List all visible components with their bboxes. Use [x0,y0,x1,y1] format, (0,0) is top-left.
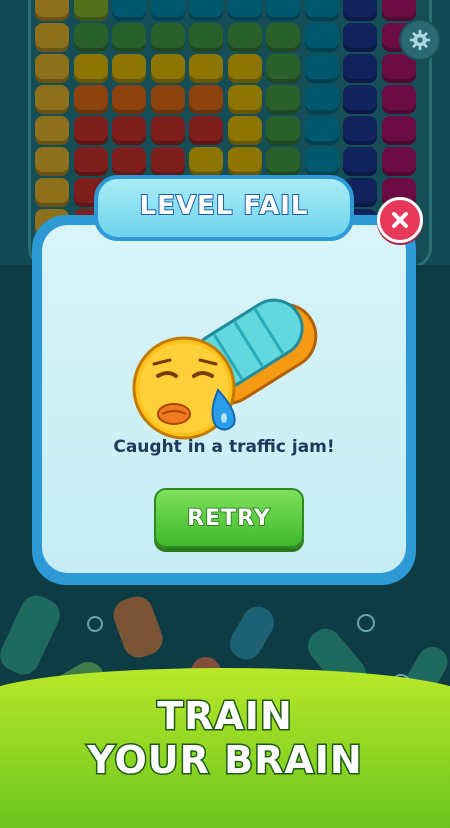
car-segment[interactable] [150,147,185,176]
car-segment[interactable] [35,85,69,114]
car-segment[interactable] [343,85,377,114]
car-segment[interactable] [343,0,377,21]
car-segment[interactable] [304,23,339,52]
car-segment[interactable] [381,147,416,176]
car-segment[interactable] [343,147,377,176]
promo-line-2: YOUR BRAIN [86,737,363,784]
car-segment[interactable] [35,54,69,83]
car-segment[interactable] [35,23,69,52]
car-segment[interactable] [112,54,146,83]
car-segment[interactable] [266,23,300,52]
car-segment[interactable] [150,23,185,52]
car-segment[interactable] [189,147,223,176]
settings-button[interactable] [399,19,441,61]
car-segment[interactable] [381,85,416,114]
car-segment[interactable] [35,116,69,145]
gear-icon [409,29,431,51]
car-segment[interactable] [35,0,69,21]
car-segment[interactable] [150,116,185,145]
promo-line-1: TRAIN [156,693,294,740]
car-segment[interactable] [189,116,223,145]
car-segment[interactable] [304,116,339,145]
car-segment[interactable] [304,0,339,21]
car-segment[interactable] [73,0,108,21]
dialog-title: LEVEL FAIL [139,190,309,222]
dialog-title-banner: LEVEL FAIL [94,175,354,241]
car-segment[interactable] [266,85,300,114]
level-fail-dialog: LEVEL FAIL Caught in a traffic jam! RETR… [32,175,423,585]
car-segment[interactable] [112,147,146,176]
car-segment[interactable] [304,54,339,83]
car-segment[interactable] [304,85,339,114]
car-segment[interactable] [112,23,146,52]
car-segment[interactable] [112,0,146,21]
sad-car-mascot-icon [132,298,318,440]
car-segment[interactable] [189,0,223,21]
car-segment[interactable] [304,147,339,176]
bubble [357,614,375,632]
car-segment[interactable] [112,116,146,145]
car-segment[interactable] [227,0,262,21]
car-segment[interactable] [150,85,185,114]
car-segment[interactable] [266,54,300,83]
retry-button[interactable]: RETRY [154,488,304,548]
car-segment[interactable] [381,116,416,145]
car-segment[interactable] [227,116,262,145]
parked-car [224,600,280,666]
car-segment[interactable] [266,116,300,145]
car-segment[interactable] [227,85,262,114]
car-segment[interactable] [227,147,262,176]
car-segment[interactable] [73,54,108,83]
car-segment[interactable] [189,54,223,83]
car-segment[interactable] [266,0,300,21]
car-segment[interactable] [35,147,69,176]
parked-car [108,591,168,663]
car-segment[interactable] [112,85,146,114]
car-segment[interactable] [189,85,223,114]
car-segment[interactable] [381,0,416,21]
car-segment[interactable] [227,54,262,83]
close-icon [392,212,408,228]
car-segment[interactable] [266,147,300,176]
car-segment[interactable] [73,116,108,145]
fail-message: Caught in a traffic jam! [113,437,335,457]
parked-car [0,590,66,680]
car-segment[interactable] [189,23,223,52]
car-segment[interactable] [343,23,377,52]
bubble [87,616,103,632]
car-segment[interactable] [150,54,185,83]
car-segment[interactable] [73,85,108,114]
close-button[interactable] [377,197,423,243]
car-segment[interactable] [73,23,108,52]
car-segment[interactable] [150,0,185,21]
car-segment[interactable] [343,54,377,83]
car-segment[interactable] [73,147,108,176]
car-segment[interactable] [227,23,262,52]
car-segment[interactable] [343,116,377,145]
